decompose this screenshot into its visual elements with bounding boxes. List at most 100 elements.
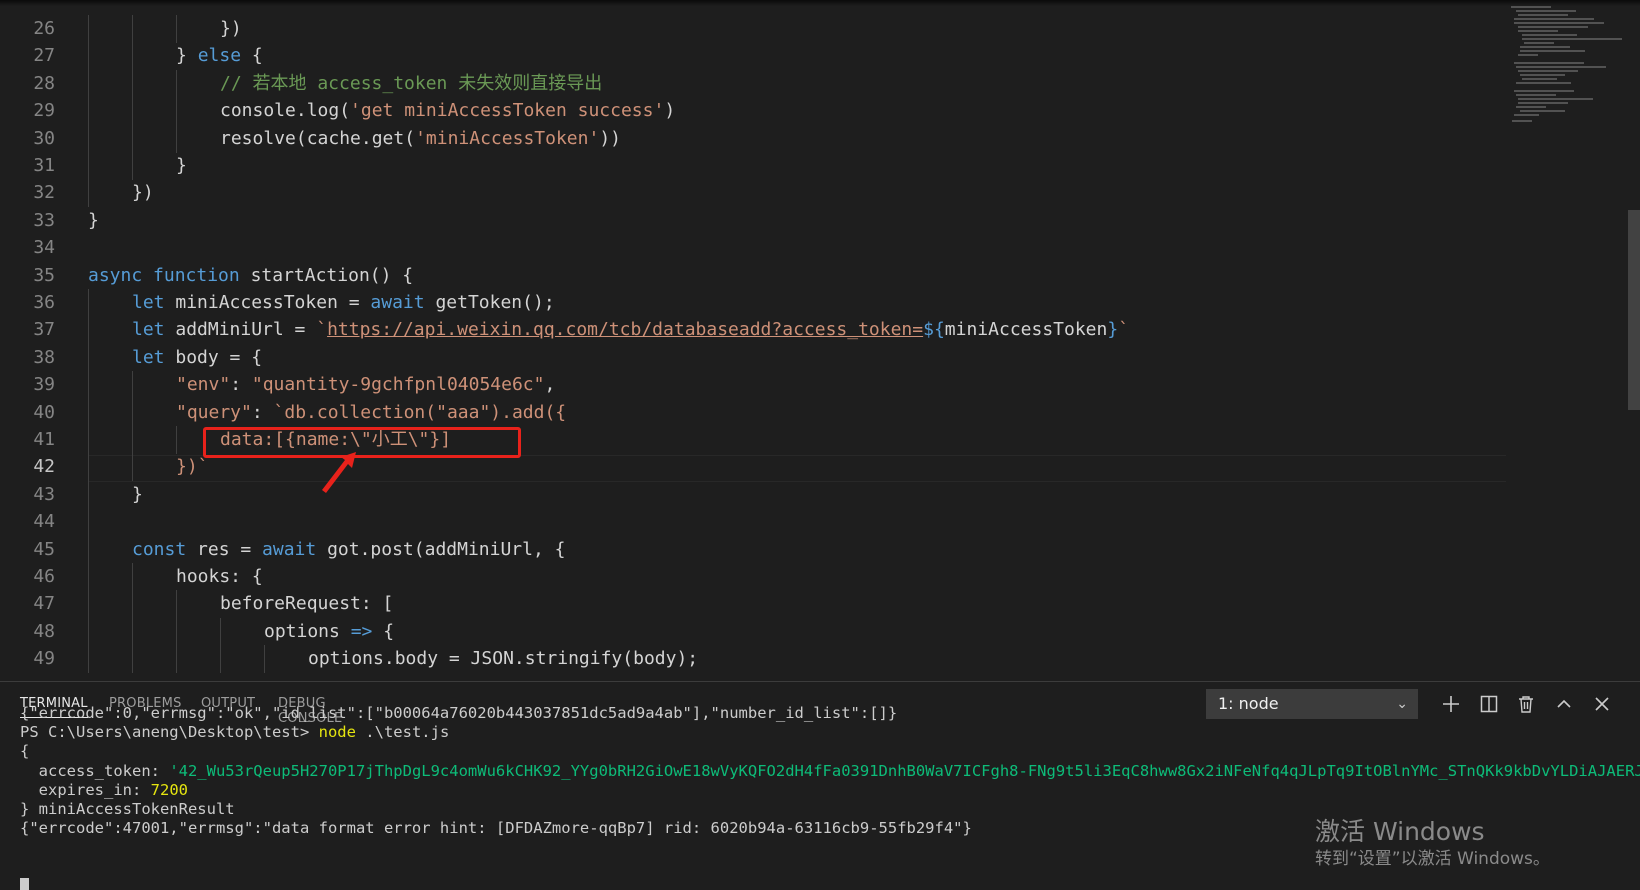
code-line[interactable]: 30 resolve(cache.get('miniAccessToken')) <box>0 124 1510 153</box>
indent-guide <box>88 426 89 454</box>
terminal-token: expires_in: <box>20 780 151 799</box>
minimap-line <box>1514 114 1539 116</box>
terminal-line: { <box>20 741 29 761</box>
code-line[interactable]: 35 async function startAction() { <box>0 262 1510 289</box>
indent-guide <box>88 289 89 317</box>
terminal-line: {"errcode":0,"errmsg":"ok","id_list":["b… <box>20 703 897 723</box>
indent-guide <box>132 15 133 43</box>
code-line[interactable]: 47 beforeRequest: [ <box>0 590 1510 619</box>
indent-guide <box>88 508 89 537</box>
code-token: `db.collection("aaa").add({ <box>273 401 567 423</box>
code-line[interactable]: 43} <box>0 480 1510 509</box>
line-number: 41 <box>33 429 55 450</box>
line-number: 40 <box>33 401 55 423</box>
code-token: startAction() { <box>239 264 414 286</box>
indent-guide <box>88 535 89 564</box>
indent-guide <box>220 617 221 646</box>
indent-guide <box>88 124 89 153</box>
minimap[interactable] <box>1508 0 1628 681</box>
indent-guide <box>88 97 89 126</box>
code-line[interactable]: 46 hooks: { <box>0 563 1510 591</box>
code-line[interactable]: 39 "env": "quantity-9gchfpnl04054e6c", <box>0 371 1510 400</box>
line-number: 37 <box>33 319 55 341</box>
kill-terminal-button[interactable] <box>1512 689 1540 719</box>
code-line[interactable]: 37 let addMiniUrl = `https://api.weixin.q… <box>0 316 1510 345</box>
code-token: ${ <box>923 319 945 341</box>
code-token: body = { <box>164 346 263 368</box>
line-number: 47 <box>33 593 55 615</box>
minimap-line <box>1516 94 1556 96</box>
code-text: } else { <box>176 42 263 69</box>
code-line[interactable]: 26}) <box>0 15 1510 43</box>
terminal-token: '42_Wu53rQeup5H270P17jThpDgL9c4omWu6kCHK… <box>169 761 1640 780</box>
line-number: 29 <box>33 100 55 122</box>
indent-guide <box>176 617 177 646</box>
code-token: async <box>88 264 143 286</box>
code-line[interactable]: 34 <box>0 234 1510 261</box>
code-token: https://api.weixin.qq.com/tcb/databasead… <box>327 319 924 341</box>
minimap-line <box>1518 30 1558 32</box>
terminal-token: { <box>20 742 30 761</box>
code-line[interactable]: 38 let body = { <box>0 343 1510 372</box>
line-number: 34 <box>33 237 55 259</box>
code-token: options <box>264 620 351 642</box>
minimap-line <box>1518 14 1568 16</box>
code-token: "env" <box>176 374 231 396</box>
code-text: "env": "quantity-9gchfpnl04054e6c", <box>176 371 555 398</box>
code-line[interactable]: 32}) <box>0 179 1510 208</box>
code-token: ) <box>664 100 676 122</box>
split-terminal-button[interactable] <box>1475 689 1503 719</box>
code-line[interactable]: 45 const res = await got.post(addMiniUrl,… <box>0 535 1510 564</box>
code-line[interactable]: 31} <box>0 152 1510 180</box>
code-line[interactable]: 36 let miniAccessToken = await getToken()… <box>0 289 1510 317</box>
indent-guide <box>176 69 177 98</box>
editor-scrollbar[interactable] <box>1628 210 1640 410</box>
line-number: 31 <box>33 155 55 176</box>
minimap-line <box>1516 82 1571 84</box>
code-line[interactable]: 40 "query": `db.collection("aaa").add({ <box>0 398 1510 427</box>
minimap-line <box>1511 6 1551 8</box>
terminal-token: .\test.js <box>355 723 450 742</box>
chevron-up-icon <box>1557 699 1571 708</box>
new-terminal-button[interactable] <box>1437 689 1465 719</box>
code-line[interactable]: 33} <box>0 207 1510 234</box>
code-token: } <box>132 483 143 505</box>
line-number: 32 <box>33 182 55 204</box>
line-number: 36 <box>33 292 55 313</box>
code-token: : <box>251 401 274 423</box>
watermark-title: 激活 Windows <box>1315 817 1485 846</box>
minimap-line <box>1518 70 1578 72</box>
indent-guide <box>132 563 133 591</box>
code-line[interactable]: 49 options.body = JSON.stringify(body); <box>0 645 1510 674</box>
code-line[interactable]: 44 <box>0 508 1510 537</box>
close-panel-button[interactable] <box>1588 689 1616 719</box>
red-annotation-arrow <box>322 452 356 493</box>
indent-guide <box>132 453 133 482</box>
code-token: let <box>132 346 165 368</box>
line-number: 28 <box>33 72 55 94</box>
indent-guide <box>88 480 89 509</box>
code-token: getToken(); <box>424 292 555 313</box>
code-line[interactable]: 27} else { <box>0 42 1510 71</box>
indent-guide <box>132 398 133 427</box>
minimap-line <box>1520 110 1565 112</box>
indent-guide <box>88 15 89 43</box>
terminal-select[interactable]: 1: node ⌄ <box>1206 689 1418 719</box>
code-text: let miniAccessToken = await getToken(); <box>132 289 555 316</box>
code-line[interactable]: 29 console.log('get miniAccessToken succe… <box>0 97 1510 126</box>
code-line[interactable]: 48 options => { <box>0 617 1510 646</box>
minimap-line <box>1514 90 1574 92</box>
code-line[interactable]: 28 // 若本地 access_token 未失效则直接导出 <box>0 69 1510 98</box>
minimap-line <box>1522 34 1577 36</box>
code-editor[interactable]: 26}) 27} else {28// 若本地 access_token 未失效则… <box>0 0 1640 681</box>
terminal-line: } miniAccessTokenResult <box>20 799 235 819</box>
maximize-panel-button[interactable] <box>1550 689 1578 719</box>
indent-guide <box>88 453 89 482</box>
line-number: 45 <box>33 538 55 560</box>
code-token: await <box>370 292 425 313</box>
minimap-line <box>1520 46 1570 48</box>
code-text: } <box>88 207 99 234</box>
code-token: "quantity-9gchfpnl04054e6c" <box>251 374 545 396</box>
line-number: 42 <box>33 456 55 478</box>
code-token: { <box>241 45 263 67</box>
